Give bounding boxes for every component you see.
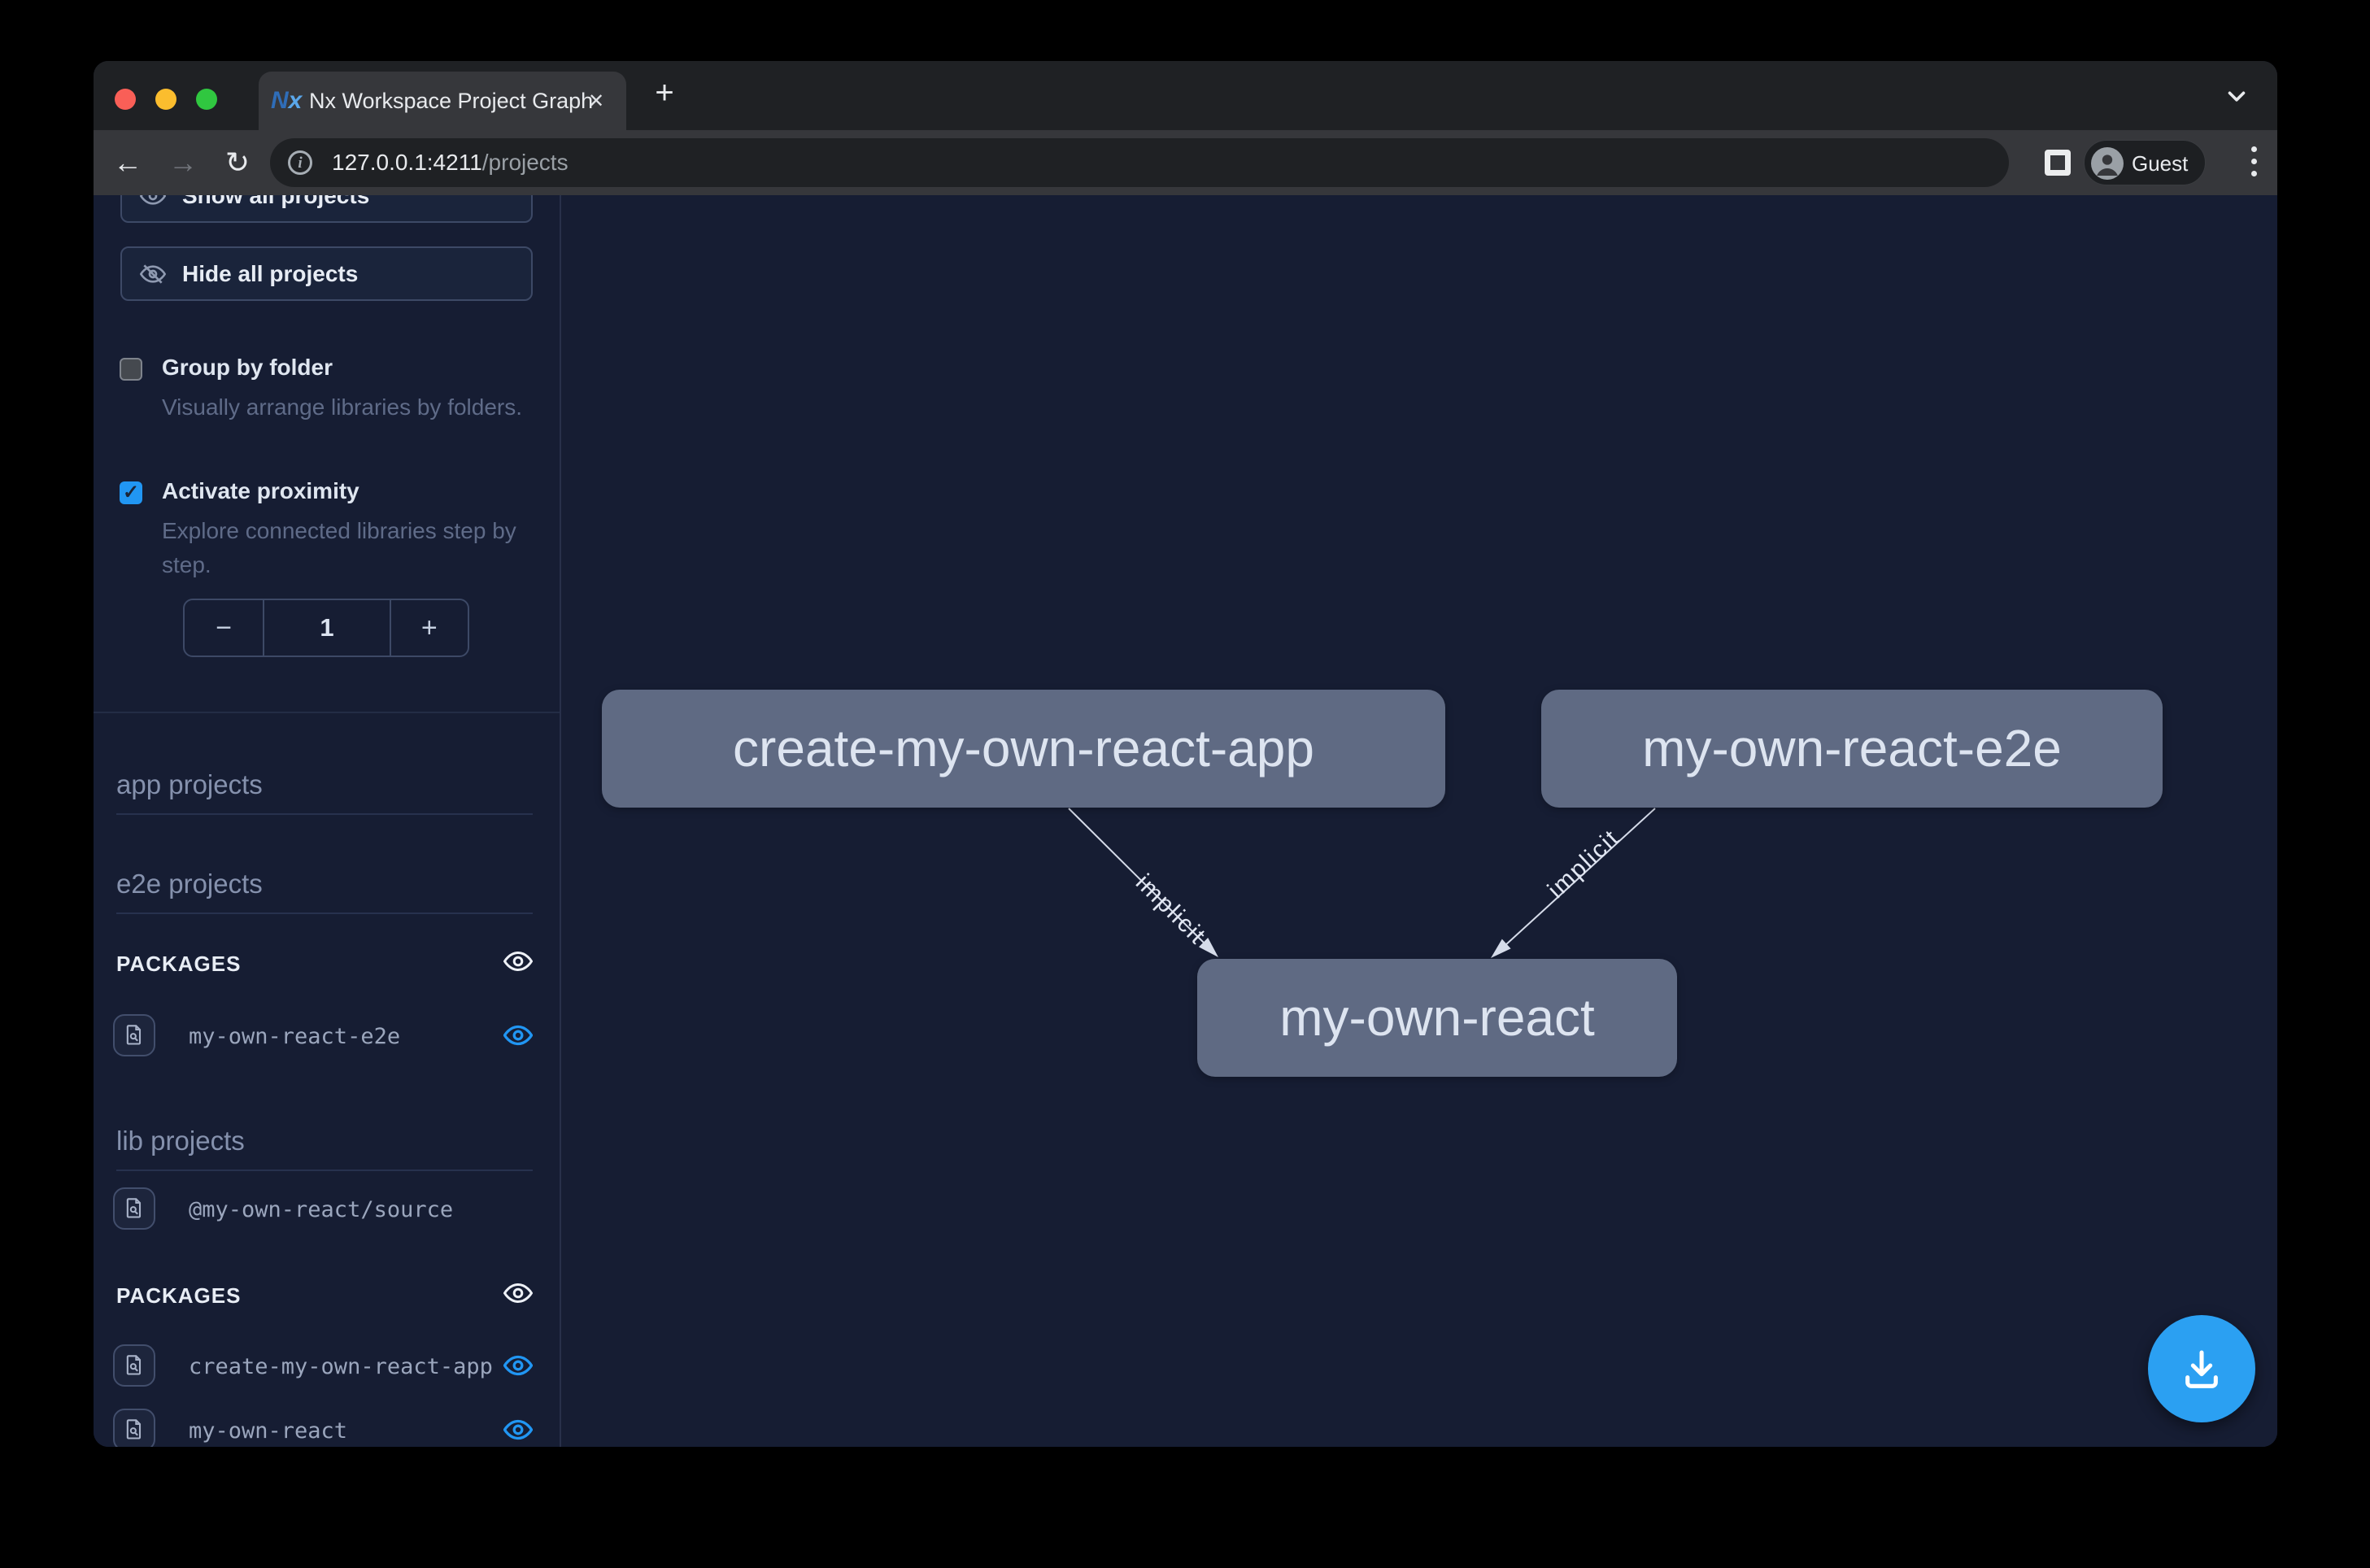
back-button[interactable]: ←	[110, 130, 146, 195]
tab-search-chevron-icon[interactable]	[2223, 82, 2250, 110]
page-content: Show all projects Hide all projects Grou…	[94, 195, 2277, 1447]
eye-off-icon	[140, 261, 166, 287]
url-host: 127.0.0.1:4211	[332, 150, 482, 175]
traffic-light-maximize[interactable]	[196, 89, 217, 110]
hide-all-projects-button[interactable]: Hide all projects	[120, 246, 533, 301]
group-by-folder-label: Group by folder	[162, 355, 333, 381]
nx-favicon-icon: Nx	[271, 85, 303, 117]
project-graph-canvas[interactable]: implicit implicit create-my-own-react-ap…	[563, 195, 2277, 1447]
group-by-folder-checkbox[interactable]	[120, 358, 142, 381]
toggle-all-packages-eye-icon[interactable]	[503, 947, 533, 976]
edge-label-implicit: implicit	[1131, 869, 1211, 950]
browser-toolbar: ← → ↻ i 127.0.0.1:4211/projects Guest	[94, 130, 2277, 195]
download-graph-button[interactable]	[2148, 1315, 2255, 1422]
browser-menu-icon[interactable]	[2241, 145, 2266, 181]
download-icon	[2176, 1343, 2228, 1395]
new-tab-button[interactable]: +	[647, 76, 682, 111]
project-item-label[interactable]: my-own-react-e2e	[189, 1024, 400, 1049]
profile-name: Guest	[2132, 141, 2188, 186]
document-search-icon	[123, 1197, 146, 1220]
tab-close-icon[interactable]: ✕	[582, 88, 610, 115]
edge-label-implicit: implicit	[1543, 825, 1625, 904]
focus-project-button[interactable]	[113, 1187, 155, 1230]
hide-all-projects-label: Hide all projects	[182, 248, 358, 299]
browser-window: Nx Nx Workspace Project Graph ✕ + ← → ↻ …	[94, 61, 2277, 1447]
side-panel-icon[interactable]	[2045, 150, 2071, 176]
browser-tab[interactable]: Nx Nx Workspace Project Graph ✕	[259, 72, 626, 130]
proximity-stepper: − 1 +	[183, 599, 469, 657]
proximity-decrement-button[interactable]: −	[185, 600, 264, 656]
project-item-label[interactable]: create-my-own-react-app	[189, 1354, 493, 1379]
focus-project-button[interactable]	[113, 1344, 155, 1387]
node-label: my-own-react	[1197, 959, 1677, 1077]
activate-proximity-label: Activate proximity	[162, 478, 359, 504]
forward-button[interactable]: →	[165, 130, 201, 195]
graph-node-my-own-react-e2e[interactable]: my-own-react-e2e	[1541, 690, 2163, 808]
document-search-icon	[123, 1354, 146, 1377]
traffic-light-close[interactable]	[115, 89, 136, 110]
project-visibility-eye-icon[interactable]	[503, 1351, 533, 1380]
graph-node-create-my-own-react-app[interactable]: create-my-own-react-app	[602, 690, 1445, 808]
project-item-label[interactable]: my-own-react	[189, 1418, 347, 1444]
document-search-icon	[123, 1418, 146, 1441]
packages-header-2: PACKAGES	[116, 1283, 241, 1309]
focus-project-button[interactable]	[113, 1014, 155, 1056]
address-bar[interactable]: i 127.0.0.1:4211/projects	[270, 138, 2009, 187]
profile-button[interactable]: Guest	[2084, 140, 2206, 185]
proximity-increment-button[interactable]: +	[390, 600, 468, 656]
project-visibility-eye-icon[interactable]	[503, 1415, 533, 1444]
graph-edges: implicit implicit	[563, 195, 2277, 1447]
node-label: my-own-react-e2e	[1541, 690, 2163, 808]
url-text: 127.0.0.1:4211/projects	[332, 138, 569, 187]
avatar-icon	[2091, 147, 2124, 180]
show-all-projects-button[interactable]: Show all projects	[120, 195, 533, 223]
traffic-light-minimize[interactable]	[155, 89, 176, 110]
document-search-icon	[123, 1024, 146, 1047]
graph-node-my-own-react[interactable]: my-own-react	[1197, 959, 1677, 1077]
project-item-label[interactable]: @my-own-react/source	[189, 1197, 453, 1222]
focus-project-button[interactable]	[113, 1409, 155, 1447]
url-path: /projects	[482, 150, 569, 175]
sidebar: Show all projects Hide all projects Grou…	[94, 195, 561, 1447]
project-visibility-eye-icon[interactable]	[503, 1021, 533, 1050]
sidebar-divider	[94, 712, 561, 713]
packages-header: PACKAGES	[116, 952, 241, 977]
lib-projects-header: lib projects	[116, 1126, 533, 1171]
e2e-projects-header: e2e projects	[116, 869, 533, 914]
activate-proximity-checkbox[interactable]: ✓	[120, 481, 142, 504]
eye-icon	[140, 195, 166, 209]
toggle-all-packages-eye-icon[interactable]	[503, 1278, 533, 1308]
reload-button[interactable]: ↻	[220, 130, 255, 195]
node-label: create-my-own-react-app	[602, 690, 1445, 808]
activate-proximity-description: Explore connected libraries step by step…	[162, 514, 552, 582]
tab-strip: Nx Nx Workspace Project Graph ✕ +	[94, 61, 2277, 130]
site-info-icon[interactable]: i	[288, 150, 312, 175]
app-projects-header: app projects	[116, 769, 533, 815]
tab-title: Nx Workspace Project Graph	[309, 72, 593, 130]
show-all-projects-label: Show all projects	[182, 195, 369, 221]
proximity-value: 1	[264, 600, 389, 656]
group-by-folder-description: Visually arrange libraries by folders.	[162, 390, 552, 425]
